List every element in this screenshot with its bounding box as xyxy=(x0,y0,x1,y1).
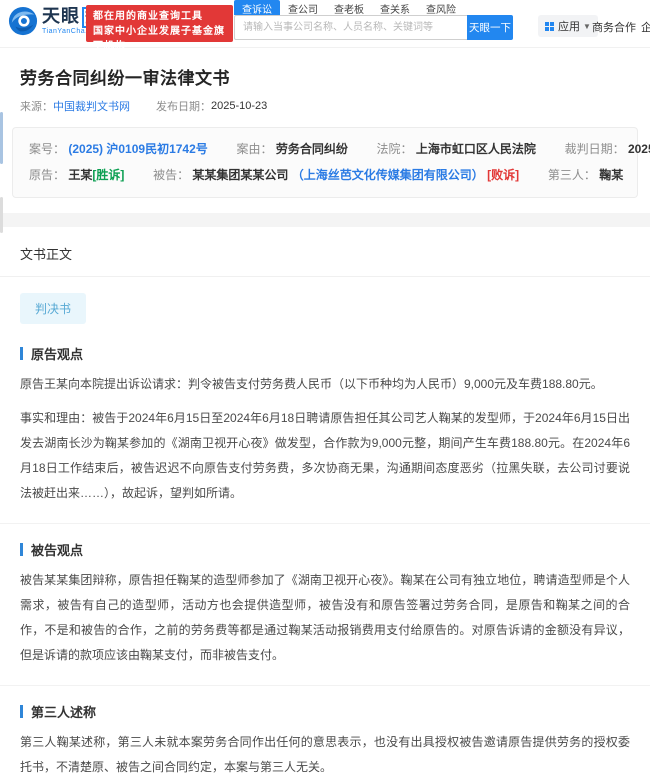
publish-date-label: 发布日期： xyxy=(156,98,211,114)
source-label: 来源： xyxy=(20,98,53,114)
search-input[interactable] xyxy=(234,15,467,40)
search-module: 查诉讼 查公司 查老板 查关系 查风险 天眼一下 xyxy=(234,0,513,40)
article-header-card: 劳务合同纠纷一审法律文书 来源： 中国裁判文书网 发布日期： 2025-10-2… xyxy=(0,48,650,213)
court-value: 上海市虹口区人民法院 xyxy=(416,142,536,156)
cause-label: 案由： xyxy=(236,142,272,156)
paragraph: 被告某某集团辩称，原告担任鞠某的造型师参加了《湖南卫视开心夜》。鞠某在公司有独立… xyxy=(20,568,630,668)
top-header: 天眼查 TianYanCha.com 都在用的商业查询工具 国家中小企业发展子基… xyxy=(0,0,650,48)
defendant-lose-tag: [败诉] xyxy=(487,168,519,182)
section-heading: 第三人述称 xyxy=(20,702,630,721)
page-title: 劳务合同纠纷一审法律文书 xyxy=(20,64,630,89)
eye-logo-icon xyxy=(8,6,38,36)
section-bar-icon xyxy=(20,347,23,360)
apps-menu-button[interactable]: 应用 ▼ xyxy=(538,15,598,37)
case-meta-row-1: 案号： (2025) 沪0109民初1742号 案由： 劳务合同纠纷 法院： 上… xyxy=(29,136,621,162)
section-heading: 原告观点 xyxy=(20,344,630,363)
court-label: 法院： xyxy=(377,142,413,156)
brand-cn-prefix: 天眼 xyxy=(42,6,80,26)
paragraph: 事实和理由：被告于2024年6月15日至2024年6月18日聘请原告担任其公司艺… xyxy=(20,406,630,506)
third-party-label: 第三人： xyxy=(548,168,596,182)
case-meta-row-2: 原告： 王某[胜诉] 被告： 某某集团某某公司 （上海丝芭文化传媒集团有限公司）… xyxy=(29,162,621,188)
search-button[interactable]: 天眼一下 xyxy=(467,15,513,40)
promo-banner-line2: 国家中小企业发展子基金旗下机构 xyxy=(93,24,226,54)
section-third-party-statement: 第三人述称 第三人鞠某述称，第三人未就本案劳务合同作出任何的意思表示，也没有出具… xyxy=(0,702,650,780)
left-scroll-indicator[interactable] xyxy=(0,112,3,164)
defendant-company-link[interactable]: （上海丝芭文化传媒集团有限公司） xyxy=(292,168,484,182)
judge-date-label: 裁判日期： xyxy=(565,142,625,156)
source-link[interactable]: 中国裁判文书网 xyxy=(53,98,130,114)
nav-business-cooperation[interactable]: 商务合作 xyxy=(592,19,636,35)
promo-banner-line1: 都在用的商业查询工具 xyxy=(93,9,226,24)
plaintiff-label: 原告： xyxy=(29,168,65,182)
section-bar-icon xyxy=(20,705,23,718)
plaintiff-win-tag: [胜诉] xyxy=(92,168,124,182)
promo-banner[interactable]: 都在用的商业查询工具 国家中小企业发展子基金旗下机构 xyxy=(86,5,233,42)
paragraph: 第三人鞠某述称，第三人未就本案劳务合同作出任何的意思表示，也没有出具授权被告邀请… xyxy=(20,730,630,780)
document-body-title: 文书正文 xyxy=(0,227,650,277)
search-tab-boss[interactable]: 查老板 xyxy=(326,0,372,15)
case-meta-box: 案号： (2025) 沪0109民初1742号 案由： 劳务合同纠纷 法院： 上… xyxy=(12,127,638,198)
section-heading-text: 原告观点 xyxy=(31,344,83,363)
apps-menu-label: 应用 xyxy=(558,18,580,34)
plaintiff-name: 王某 xyxy=(68,168,92,182)
paragraph: 原告王某向本院提出诉讼请求：判令被告支付劳务费人民币（以下币种均为人民币）9,0… xyxy=(20,372,630,397)
defendant-name: 某某集团某某公司 xyxy=(192,168,288,182)
defendant-label: 被告： xyxy=(153,168,189,182)
doc-type-badge[interactable]: 判决书 xyxy=(20,293,86,324)
section-defendant-view: 被告观点 被告某某集团辩称，原告担任鞠某的造型师参加了《湖南卫视开心夜》。鞠某在… xyxy=(0,540,650,668)
section-divider xyxy=(0,685,650,686)
third-party-name: 鞠某 xyxy=(599,168,623,182)
case-no-link[interactable]: (2025) 沪0109民初1742号 xyxy=(68,142,207,156)
section-divider xyxy=(0,523,650,524)
search-tab-company[interactable]: 查公司 xyxy=(280,0,326,15)
search-tab-risk[interactable]: 查风险 xyxy=(418,0,464,15)
apps-grid-icon xyxy=(545,22,554,31)
judge-date-value: 2025-07-11 xyxy=(628,142,650,156)
section-bar-icon xyxy=(20,543,23,556)
left-scroll-indicator-secondary[interactable] xyxy=(0,197,3,233)
section-plaintiff-view: 原告观点 原告王某向本院提出诉讼请求：判令被告支付劳务费人民币（以下币种均为人民… xyxy=(0,344,650,506)
search-tab-lawsuit[interactable]: 查诉讼 xyxy=(234,0,280,15)
search-tabs: 查诉讼 查公司 查老板 查关系 查风险 xyxy=(234,0,513,15)
case-no-label: 案号： xyxy=(29,142,65,156)
section-heading-text: 被告观点 xyxy=(31,540,83,559)
chevron-down-icon: ▼ xyxy=(583,22,591,31)
document-body-card: 文书正文 判决书 原告观点 原告王某向本院提出诉讼请求：判令被告支付劳务费人民币… xyxy=(0,227,650,780)
search-tab-relation[interactable]: 查关系 xyxy=(372,0,418,15)
section-heading-text: 第三人述称 xyxy=(31,702,96,721)
nav-enterprise[interactable]: 企 xyxy=(641,19,650,35)
publish-date: 2025-10-23 xyxy=(211,100,267,112)
section-heading: 被告观点 xyxy=(20,540,630,559)
cause-value: 劳务合同纠纷 xyxy=(276,142,348,156)
